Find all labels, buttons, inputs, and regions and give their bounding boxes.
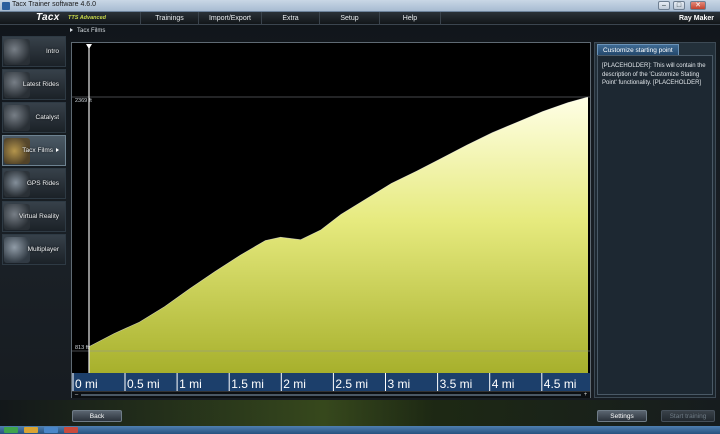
sidebar-item-latest-rides[interactable]: Latest Rides <box>2 69 66 100</box>
x-tick-label: 4.5 mi <box>544 377 577 391</box>
sidebar-item-label: Tacx Films <box>22 147 59 154</box>
tacx-logo: Tacx <box>36 12 60 23</box>
description-box: [PLACEHOLDER]: This will contain the des… <box>597 55 713 395</box>
sidebar-item-label: Intro <box>45 48 59 55</box>
chart-scrollbar[interactable]: – + <box>72 391 590 398</box>
app-window: Tacx Trainer software 4.6.0 – □ ✕ Tacx T… <box>0 0 720 434</box>
close-button[interactable]: ✕ <box>690 1 706 10</box>
sidebar-item-intro[interactable]: Intro <box>2 36 66 67</box>
user-name[interactable]: Ray Maker <box>679 12 714 25</box>
x-tick-label: 3 mi <box>388 377 411 391</box>
scroll-track[interactable] <box>81 394 581 396</box>
app-icon <box>2 2 10 10</box>
sidebar-item-label: Catalyst <box>35 114 59 121</box>
sidebar-item-gps-rides[interactable]: GPS Rides <box>2 168 66 199</box>
settings-button[interactable]: Settings <box>597 410 647 422</box>
breadcrumb-label[interactable]: Tacx Films <box>77 28 105 34</box>
tab-customize-starting-point[interactable]: Customize starting point <box>597 44 679 55</box>
breadcrumb: Tacx Films <box>70 26 105 36</box>
menu-bar: Tacx TTS Advanced Trainings Import/Expor… <box>0 12 720 25</box>
catalyst-icon <box>4 105 30 131</box>
elevation-area <box>89 97 588 373</box>
x-tick-label: 3.5 mi <box>440 377 473 391</box>
browser-icon[interactable] <box>44 427 58 433</box>
intro-icon <box>4 39 30 65</box>
start-training-button[interactable]: Start training <box>661 410 715 422</box>
window-title: Tacx Trainer software 4.6.0 <box>12 1 97 8</box>
title-bar: Tacx Trainer software 4.6.0 – □ ✕ <box>0 0 720 12</box>
breadcrumb-arrow-icon <box>70 28 73 32</box>
x-tick-label: 2 mi <box>283 377 306 391</box>
sidebar-item-virtual-reality[interactable]: Virtual Reality <box>2 201 66 232</box>
menu-extra[interactable]: Extra <box>261 12 319 25</box>
app-taskbar-icon[interactable] <box>64 427 78 433</box>
x-tick-label: 1 mi <box>179 377 202 391</box>
back-button[interactable]: Back <box>72 410 122 422</box>
maximize-button[interactable]: □ <box>673 1 685 10</box>
sidebar-item-multiplayer[interactable]: Multiplayer <box>2 234 66 265</box>
menu-trainings[interactable]: Trainings <box>140 12 198 25</box>
menu-help[interactable]: Help <box>379 12 441 25</box>
max-elevation-label: 2369 ft <box>75 98 92 104</box>
x-tick-label: 2.5 mi <box>335 377 368 391</box>
explorer-icon[interactable] <box>24 427 38 433</box>
menu-import-export[interactable]: Import/Export <box>198 12 261 25</box>
elevation-profile-panel[interactable]: 2369 ft 813 ft 0 mi 0.5 mi 1 mi 1.5 mi 2 mi 2.… <box>71 42 591 398</box>
zoom-in-button[interactable]: + <box>582 392 589 398</box>
multiplayer-icon <box>4 237 30 263</box>
zoom-out-button[interactable]: – <box>73 392 80 398</box>
x-tick-label: 4 mi <box>492 377 515 391</box>
start-marker-handle-icon <box>86 44 92 49</box>
taskbar <box>0 426 720 434</box>
sidebar-item-label: Multiplayer <box>27 246 59 253</box>
x-tick-label: 0.5 mi <box>127 377 160 391</box>
sidebar-item-label: Virtual Reality <box>19 213 59 220</box>
minimize-button[interactable]: – <box>658 1 670 10</box>
distance-axis-ticks: 0 mi 0.5 mi 1 mi 1.5 mi 2 mi 2.5 mi 3 mi 3.5 mi… <box>72 373 577 391</box>
menu-setup[interactable]: Setup <box>319 12 379 25</box>
sidebar-item-catalyst[interactable]: Catalyst <box>2 102 66 133</box>
start-icon[interactable] <box>4 427 18 433</box>
sidebar-item-label: Latest Rides <box>22 81 59 88</box>
sidebar-item-label: GPS Rides <box>26 180 59 187</box>
info-panel: Customize starting point [PLACEHOLDER]: … <box>594 42 716 398</box>
description-text: [PLACEHOLDER]: This will contain the des… <box>602 63 706 86</box>
x-tick-label: 0 mi <box>75 377 98 391</box>
sidebar: Intro Latest Rides Catalyst Tacx Films G… <box>0 36 68 290</box>
min-elevation-label: 813 ft <box>75 345 89 351</box>
x-tick-label: 1.5 mi <box>231 377 264 391</box>
elevation-chart[interactable]: 2369 ft 813 ft <box>72 43 590 373</box>
sidebar-item-tacx-films[interactable]: Tacx Films <box>2 135 66 166</box>
distance-axis: 0 mi 0.5 mi 1 mi 1.5 mi 2 mi 2.5 mi 3 mi 3.5 mi… <box>72 373 590 391</box>
edition-label: TTS Advanced <box>68 15 106 21</box>
